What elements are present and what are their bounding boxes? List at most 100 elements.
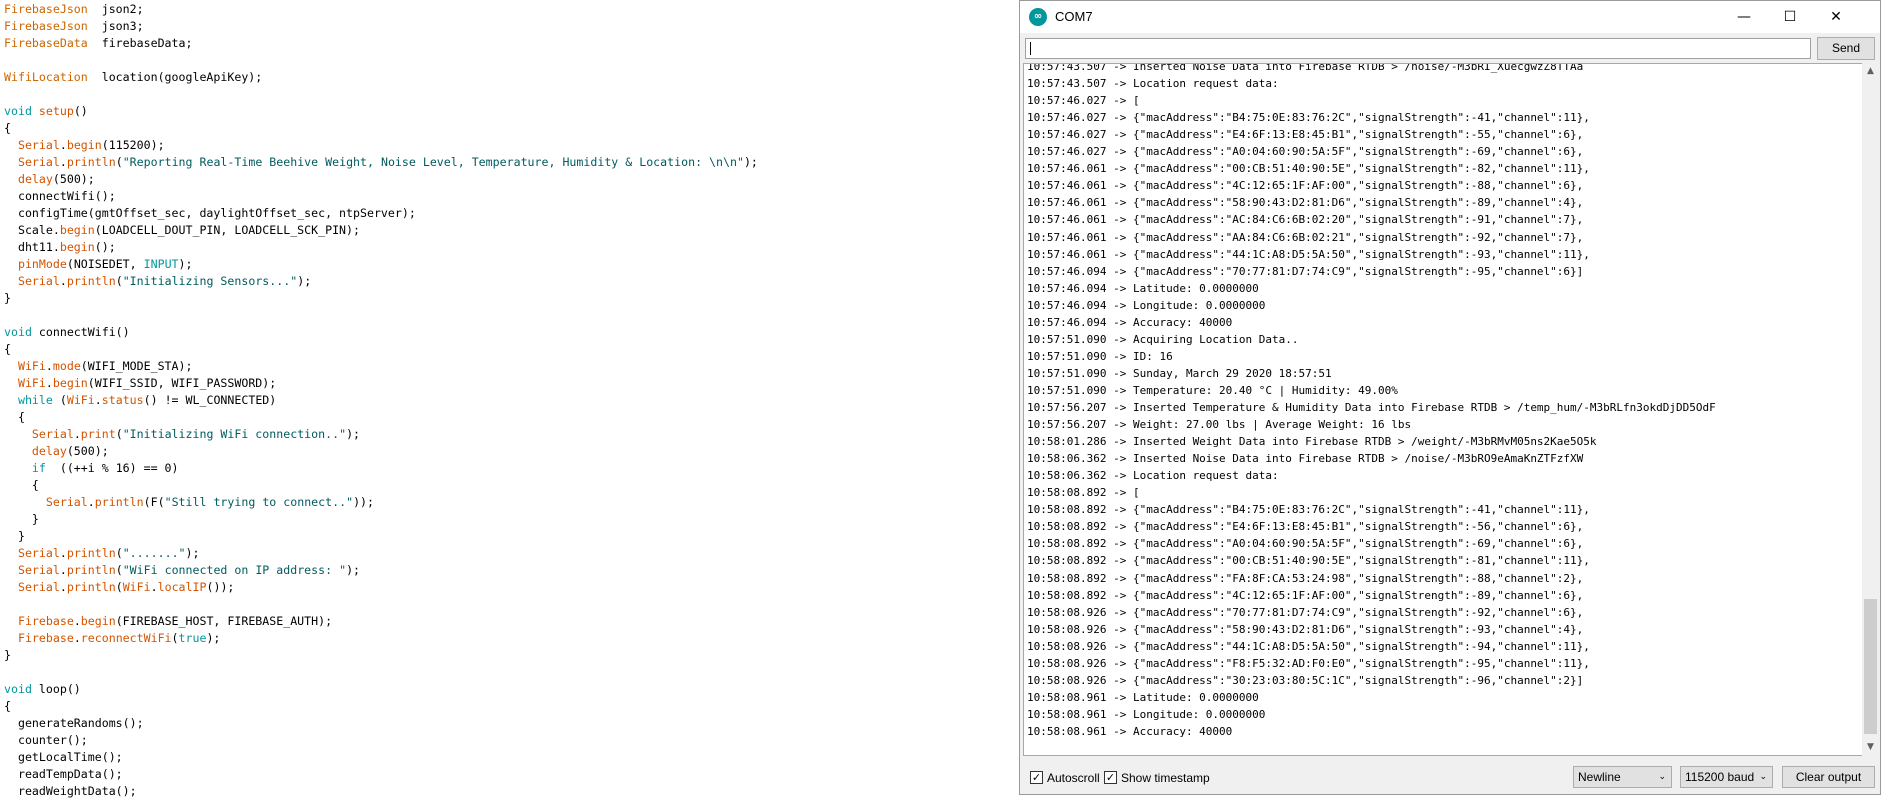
send-input[interactable] xyxy=(1025,38,1811,59)
baud-rate-select[interactable]: 115200 baud ⌄ xyxy=(1680,766,1773,788)
output-line: 10:58:08.892 -> {"macAddress":"4C:12:65:… xyxy=(1027,588,1584,602)
show-timestamp-checkbox[interactable]: ✓ xyxy=(1104,771,1117,784)
code-token: "Reporting Real-Time Beehive Weight, Noi… xyxy=(122,155,744,169)
code-line: } xyxy=(4,528,25,545)
output-line: 10:57:46.061 -> {"macAddress":"4C:12:65:… xyxy=(1027,179,1584,193)
code-token: counter(); xyxy=(4,733,88,747)
code-token: generateRandoms(); xyxy=(4,716,144,730)
code-token: mode xyxy=(52,359,81,373)
code-token: ( xyxy=(115,155,123,169)
code-token: ( xyxy=(115,274,123,288)
code-token: Scale. xyxy=(4,223,60,237)
serial-output[interactable]: 10:57:43.507 -> Inserted Noise Data into… xyxy=(1023,63,1863,756)
output-line: 10:57:56.207 -> Weight: 27.00 lbs | Aver… xyxy=(1027,418,1412,432)
maximize-button[interactable]: ☐ xyxy=(1767,1,1813,33)
chevron-down-icon: ⌄ xyxy=(1759,772,1767,782)
minimize-button[interactable]: — xyxy=(1721,1,1767,33)
code-token: ()); xyxy=(206,580,235,594)
code-token: println xyxy=(94,495,144,509)
output-line: 10:58:01.286 -> Inserted Weight Data int… xyxy=(1027,435,1597,449)
code-token: "WiFi connected on IP address: " xyxy=(122,563,347,577)
clear-output-button[interactable]: Clear output xyxy=(1782,766,1875,788)
code-token: Serial xyxy=(17,155,60,169)
code-token: WiFi xyxy=(66,393,95,407)
code-token: "Initializing WiFi connection.." xyxy=(122,427,347,441)
code-token: (LOADCELL_DOUT_PIN, LOADCELL_SCK_PIN); xyxy=(94,223,360,237)
output-line: 10:57:51.090 -> ID: 16 xyxy=(1027,349,1173,363)
code-token: { xyxy=(4,342,11,356)
output-line: 10:57:46.094 -> Longitude: 0.0000000 xyxy=(1027,298,1266,312)
baud-rate-value: 115200 baud xyxy=(1685,770,1755,784)
code-token: ); xyxy=(206,631,221,645)
output-line: 10:58:08.892 -> [ xyxy=(1027,486,1140,500)
send-button[interactable]: Send xyxy=(1817,37,1875,60)
code-editor[interactable]: FirebaseJson json2; FirebaseJson json3; Fi… xyxy=(0,0,1010,804)
output-scrollbar[interactable]: ▲ ▼ xyxy=(1862,63,1879,756)
output-line: 10:58:08.892 -> {"macAddress":"FA:8F:CA:… xyxy=(1027,571,1584,585)
code-token: begin xyxy=(80,614,116,628)
code-token: begin xyxy=(66,138,102,152)
show-timestamp-toggle[interactable]: ✓ Show timestamp xyxy=(1104,770,1234,786)
code-line: counter(); xyxy=(4,732,88,749)
code-token: . xyxy=(59,563,67,577)
output-line: 10:57:46.027 -> {"macAddress":"B4:75:0E:… xyxy=(1027,111,1590,125)
autoscroll-checkbox[interactable]: ✓ xyxy=(1030,771,1043,784)
code-token: firebaseData; xyxy=(87,36,193,50)
scrollbar-thumb[interactable] xyxy=(1864,599,1877,734)
code-token: reconnectWiFi xyxy=(80,631,172,645)
code-token: WifiLocation xyxy=(4,70,88,84)
output-line: 10:58:08.961 -> Longitude: 0.0000000 xyxy=(1027,707,1266,721)
status-bar: ✓ Autoscroll ✓ Show timestamp Newline ⌄ … xyxy=(1020,761,1880,794)
output-line: 10:57:46.027 -> {"macAddress":"E4:6F:13:… xyxy=(1027,128,1584,142)
output-line: 10:58:06.362 -> Location request data: xyxy=(1027,469,1279,483)
code-token: println xyxy=(66,580,116,594)
output-line: 10:58:08.961 -> Accuracy: 40000 xyxy=(1027,724,1233,738)
code-line: } xyxy=(4,511,39,528)
code-line: WiFi.mode(WIFI_MODE_STA); xyxy=(4,358,193,375)
scroll-up-icon[interactable]: ▲ xyxy=(1862,63,1879,80)
code-line: Serial.print("Initializing WiFi connecti… xyxy=(4,426,360,443)
code-token: Serial xyxy=(17,580,60,594)
code-line: { xyxy=(4,698,11,715)
output-line: 10:57:51.090 -> Acquiring Location Data.… xyxy=(1027,332,1299,346)
code-line: { xyxy=(4,341,11,358)
code-token: readWeightData(); xyxy=(4,784,137,798)
output-line: 10:57:46.061 -> {"macAddress":"AC:84:C6:… xyxy=(1027,213,1584,227)
code-token: void xyxy=(4,325,39,339)
output-line: 10:57:46.094 -> {"macAddress":"70:77:81:… xyxy=(1027,264,1584,278)
code-line: delay(500); xyxy=(4,443,109,460)
code-token: . xyxy=(73,614,81,628)
code-token: . xyxy=(45,376,53,390)
output-line: 10:57:46.094 -> Latitude: 0.0000000 xyxy=(1027,281,1259,295)
close-button[interactable]: ✕ xyxy=(1813,1,1859,33)
code-token: INPUT xyxy=(143,257,179,271)
code-token: getLocalTime(); xyxy=(4,750,123,764)
code-token: } xyxy=(4,529,25,543)
line-ending-select[interactable]: Newline ⌄ xyxy=(1573,766,1672,788)
code-token: . xyxy=(94,393,102,407)
code-token: ); xyxy=(178,257,193,271)
code-token: Serial xyxy=(17,546,60,560)
code-token: (NOISEDET, xyxy=(66,257,144,271)
scroll-down-icon[interactable]: ▼ xyxy=(1862,739,1879,756)
line-ending-value: Newline xyxy=(1578,770,1621,784)
code-token: . xyxy=(73,427,81,441)
code-token: (WIFI_SSID, WIFI_PASSWORD); xyxy=(87,376,277,390)
title-bar[interactable]: ∞ COM7 — ☐ ✕ xyxy=(1020,1,1880,33)
code-token: void xyxy=(4,682,39,696)
code-token: . xyxy=(87,495,95,509)
output-line: 10:57:46.061 -> {"macAddress":"44:1C:A8:… xyxy=(1027,247,1590,261)
arduino-logo-glyph: ∞ xyxy=(1033,11,1043,22)
code-token: . xyxy=(59,546,67,560)
